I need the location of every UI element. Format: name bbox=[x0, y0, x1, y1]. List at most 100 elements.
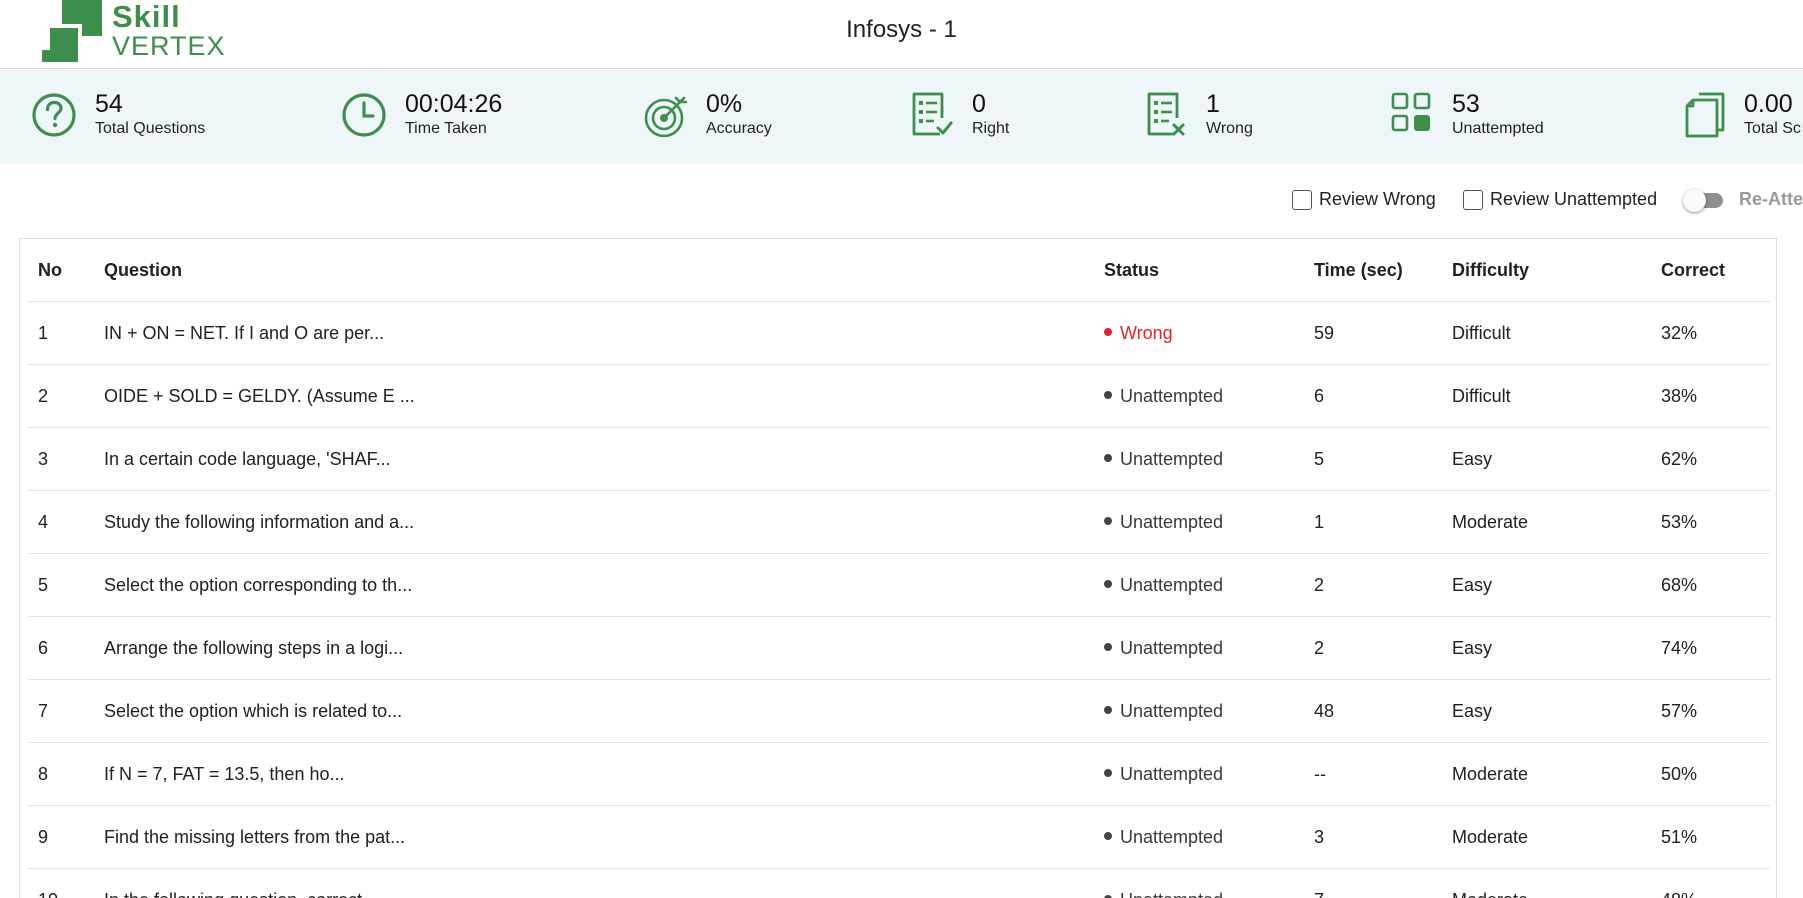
toggle-knob bbox=[1683, 189, 1706, 212]
row-difficulty: Easy bbox=[1452, 575, 1493, 595]
stat-value: 0.00 bbox=[1744, 90, 1793, 118]
row-status: Unattempted bbox=[1104, 869, 1223, 898]
row-time: 2 bbox=[1314, 575, 1325, 595]
row-number: 4 bbox=[38, 512, 49, 532]
row-status: Unattempted bbox=[1104, 365, 1223, 428]
row-time: 3 bbox=[1314, 827, 1325, 847]
stat-value: 00:04:26 bbox=[405, 90, 503, 118]
clock-icon bbox=[342, 93, 386, 137]
row-difficulty: Difficult bbox=[1452, 386, 1511, 406]
row-correct-percent: 32% bbox=[1661, 323, 1698, 343]
row-difficulty: Easy bbox=[1452, 701, 1493, 721]
table-row[interactable]: 3 In a certain code language, 'SHAF... Una… bbox=[28, 428, 1770, 491]
row-question[interactable]: Study the following information and a... bbox=[104, 491, 1024, 554]
status-dot-icon bbox=[1104, 454, 1112, 463]
row-status-text: Unattempted bbox=[1120, 764, 1224, 784]
row-status: Unattempted bbox=[1104, 680, 1223, 743]
row-number: 3 bbox=[38, 449, 49, 469]
row-question[interactable]: Select the option which is related to... bbox=[104, 680, 1024, 743]
stat-value: 0 bbox=[972, 90, 986, 118]
row-difficulty: Difficult bbox=[1452, 323, 1511, 343]
row-correct-percent: 74% bbox=[1661, 638, 1698, 658]
row-question[interactable]: Select the option corresponding to th... bbox=[104, 554, 1024, 617]
row-status-text: Unattempted bbox=[1120, 575, 1224, 595]
table-row[interactable]: 10 In the following question, correct... U… bbox=[28, 869, 1770, 898]
row-number: 2 bbox=[38, 386, 49, 406]
table-row[interactable]: 1 IN + ON = NET. If I and O are per... Wro… bbox=[28, 302, 1770, 365]
review-unattempted-checkbox[interactable] bbox=[1463, 190, 1483, 210]
review-unattempted-label[interactable]: Review Unattempted bbox=[1490, 189, 1657, 210]
column-header-time: Time (sec) bbox=[1314, 260, 1403, 280]
row-status-text: Unattempted bbox=[1120, 890, 1223, 898]
row-question[interactable]: Find the missing letters from the pat... bbox=[104, 806, 1024, 869]
row-status: Wrong bbox=[1104, 302, 1173, 365]
row-status-text: Unattempted bbox=[1120, 386, 1224, 406]
status-dot-icon bbox=[1104, 391, 1112, 400]
row-time: 48 bbox=[1314, 701, 1335, 721]
table-row[interactable]: 6 Arrange the following steps in a logi..… bbox=[28, 617, 1770, 680]
stat-value: 53 bbox=[1452, 90, 1480, 118]
stat-value: 1 bbox=[1206, 90, 1220, 118]
row-status-text: Unattempted bbox=[1120, 701, 1224, 721]
stat-label: Total Questions bbox=[95, 120, 206, 137]
row-status-text: Unattempted bbox=[1120, 827, 1224, 847]
column-header-difficulty: Difficulty bbox=[1452, 260, 1530, 280]
status-dot-icon bbox=[1104, 580, 1112, 589]
table-row[interactable]: 9 Find the missing letters from the pat..… bbox=[28, 806, 1770, 869]
stat-label: Time Taken bbox=[405, 120, 487, 137]
stat-label: Right bbox=[972, 120, 1010, 137]
table-row[interactable]: 7 Select the option which is related to..… bbox=[28, 680, 1770, 743]
table-row[interactable]: 8 If N = 7, FAT = 13.5, then ho... Unattem… bbox=[28, 743, 1770, 806]
column-header-correct: Correct bbox=[1661, 260, 1726, 280]
grid-squares-icon bbox=[1391, 92, 1431, 132]
row-correct-percent: 68% bbox=[1661, 575, 1698, 595]
target-icon bbox=[644, 96, 688, 138]
row-number: 7 bbox=[38, 701, 49, 721]
row-time: 7 bbox=[1314, 869, 1324, 898]
stat-label: Total Sc bbox=[1744, 120, 1801, 137]
review-wrong-label[interactable]: Review Wrong bbox=[1319, 189, 1436, 210]
row-correct-percent: 57% bbox=[1661, 701, 1698, 721]
row-status: Unattempted bbox=[1104, 554, 1223, 617]
review-wrong-checkbox[interactable] bbox=[1292, 190, 1312, 210]
row-status: Unattempted bbox=[1104, 491, 1223, 554]
stat-label: Unattempted bbox=[1452, 120, 1544, 137]
row-time: 5 bbox=[1314, 449, 1325, 469]
table-header-row: No Question Status Time (sec) Difficulty… bbox=[28, 239, 1770, 302]
row-question[interactable]: In the following question, correct... bbox=[104, 869, 1024, 898]
row-time: 6 bbox=[1314, 386, 1325, 406]
row-status: Unattempted bbox=[1104, 806, 1223, 869]
row-time: 59 bbox=[1314, 323, 1335, 343]
row-correct-percent: 62% bbox=[1661, 449, 1698, 469]
row-time: -- bbox=[1314, 764, 1326, 784]
table-row[interactable]: 2 OIDE + SOLD = GELDY. (Assume E ... Unatt… bbox=[28, 365, 1770, 428]
column-header-question: Question bbox=[104, 260, 183, 280]
reattempt-toggle[interactable] bbox=[1683, 189, 1723, 212]
row-question[interactable]: In a certain code language, 'SHAF... bbox=[104, 428, 1024, 491]
row-status-text: Unattempted bbox=[1120, 512, 1224, 532]
row-status-text: Unattempted bbox=[1120, 449, 1224, 469]
row-question[interactable]: Arrange the following steps in a logi... bbox=[104, 617, 1024, 680]
review-controls: Review Wrong Review Unattempted Re-Atte bbox=[0, 187, 1803, 217]
row-question[interactable]: OIDE + SOLD = GELDY. (Assume E ... bbox=[104, 365, 1024, 428]
row-number: 9 bbox=[38, 827, 49, 847]
status-dot-icon bbox=[1104, 643, 1112, 652]
row-question[interactable]: IN + ON = NET. If I and O are per... bbox=[104, 302, 1024, 365]
column-header-status: Status bbox=[1104, 260, 1160, 280]
table-row[interactable]: 4 Study the following information and a..… bbox=[28, 491, 1770, 554]
header: Skill VERTEX Infosys - 1 bbox=[0, 0, 1803, 69]
page-title: Infosys - 1 bbox=[846, 16, 957, 43]
column-header-no: No bbox=[38, 260, 62, 280]
row-time: 2 bbox=[1314, 638, 1325, 658]
stat-label: Wrong bbox=[1206, 120, 1253, 137]
clipboard-icon bbox=[1685, 92, 1725, 138]
row-difficulty: Moderate bbox=[1452, 512, 1529, 532]
row-difficulty: Moderate bbox=[1452, 827, 1529, 847]
row-correct-percent: 38% bbox=[1661, 386, 1698, 406]
reattempt-label[interactable]: Re-Atte bbox=[1739, 189, 1803, 210]
row-question[interactable]: If N = 7, FAT = 13.5, then ho... bbox=[104, 743, 1024, 806]
status-dot-icon bbox=[1104, 769, 1112, 778]
status-dot-icon bbox=[1104, 706, 1112, 715]
table-row[interactable]: 5 Select the option corresponding to th..… bbox=[28, 554, 1770, 617]
row-status-text: Unattempted bbox=[1120, 638, 1224, 658]
